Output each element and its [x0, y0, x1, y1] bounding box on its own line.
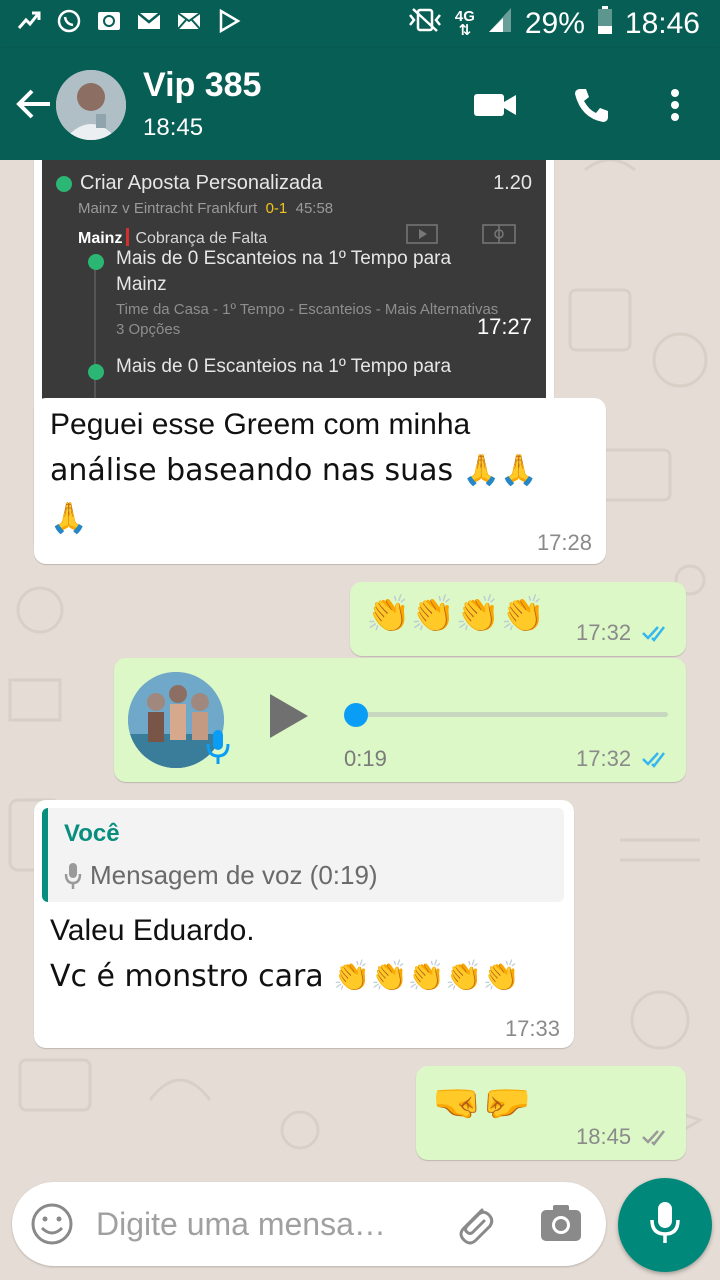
check-icon	[88, 254, 104, 270]
bet-selection: Mais de 0 Escanteios na 1º Tempo para	[116, 248, 452, 269]
mic-icon	[64, 862, 82, 895]
message-composer[interactable]: Digite uma mensa…	[12, 1182, 606, 1266]
message-time: 17:27	[476, 314, 532, 339]
battery-icon	[597, 6, 613, 42]
emoji-icon[interactable]	[30, 1202, 74, 1251]
more-options-icon[interactable]	[652, 82, 698, 128]
chat-header: Vip 385 18:45	[0, 48, 720, 160]
missed-call-icon	[16, 8, 42, 34]
bet-odds: 1.20	[493, 172, 532, 194]
play-store-icon	[216, 8, 242, 34]
bet-selection-2: Mais de 0 Escanteios na 1º Tempo para	[116, 356, 452, 377]
message-text-line: Valeu Eduardo.	[50, 914, 255, 947]
message-time: 17:28	[536, 530, 592, 555]
vibrate-icon	[407, 7, 443, 41]
record-voice-button[interactable]	[618, 1178, 712, 1272]
message-text-line: Vc é monstro cara 👏👏👏👏👏	[50, 959, 520, 994]
read-ticks-icon	[642, 750, 672, 773]
back-arrow-icon[interactable]	[14, 86, 54, 122]
battery-percent: 29%	[524, 7, 585, 40]
attach-icon[interactable]	[452, 1200, 496, 1253]
signal-icon	[487, 6, 513, 42]
message-time: 17:32	[576, 620, 632, 645]
gmail-icon	[136, 8, 162, 34]
mail-icon	[176, 8, 202, 34]
mic-icon	[204, 728, 232, 773]
message-input[interactable]: Digite uma mensa…	[96, 1206, 426, 1243]
clock: 18:46	[624, 7, 700, 40]
message-time: 17:32	[576, 746, 632, 771]
incoming-reply-message[interactable]: Você Mensagem de voz (0:19) Valeu Eduard…	[34, 800, 574, 1048]
check-icon	[88, 364, 104, 380]
bet-options: 3 Opções	[116, 321, 181, 338]
quote-author: Você	[64, 820, 120, 847]
voice-duration: 0:19	[344, 746, 387, 771]
audio-seek-handle[interactable]	[344, 703, 368, 727]
bet-event-line: Mainz Cobrança de Falta	[78, 228, 268, 247]
status-bar: 4G ⇅ 29% 18:46	[0, 0, 720, 48]
camera-icon[interactable]	[540, 1204, 582, 1247]
message-text: 👏👏👏👏	[366, 594, 546, 635]
bet-selection-cont: Mainz	[116, 274, 167, 295]
mic-icon	[648, 1200, 682, 1251]
chat-area[interactable]: Criar Aposta Personalizada 1.20 Mainz v …	[0, 160, 720, 1180]
whatsapp-icon	[56, 8, 82, 34]
audio-progress-track[interactable]	[354, 712, 668, 717]
read-ticks-icon	[642, 624, 672, 647]
network-type: 4G ⇅	[454, 8, 475, 39]
contact-avatar[interactable]	[56, 70, 126, 140]
last-seen: 18:45	[143, 114, 204, 141]
bet-title: Criar Aposta Personalizada	[80, 172, 323, 194]
outgoing-message[interactable]: 🤜🤛 18:45	[416, 1066, 686, 1160]
message-time: 18:45	[576, 1124, 632, 1149]
quoted-message[interactable]: Você Mensagem de voz (0:19)	[42, 808, 564, 902]
voice-message[interactable]: 0:19 17:32	[114, 658, 686, 782]
message-text-line: Peguei esse Greem com minha	[50, 408, 471, 441]
voice-call-icon[interactable]	[568, 82, 614, 128]
delivered-ticks-icon	[642, 1128, 672, 1151]
contact-name[interactable]: Vip 385	[143, 66, 261, 105]
message-text-line: análise baseando nas suas 🙏🙏	[50, 453, 538, 488]
bet-match-line: Mainz v Eintracht Frankfurt 0-1 45:58	[78, 200, 334, 217]
bet-market: Time da Casa - 1º Tempo - Escanteios - M…	[116, 301, 499, 318]
video-call-icon[interactable]	[472, 82, 518, 128]
message-time: 17:33	[504, 1016, 560, 1041]
quote-text: Mensagem de voz (0:19)	[90, 860, 378, 890]
message-text: 🤜🤛	[432, 1080, 532, 1126]
check-icon	[56, 176, 72, 192]
outgoing-message[interactable]: 👏👏👏👏 17:32	[350, 582, 686, 656]
play-icon[interactable]	[266, 692, 310, 745]
email-at-icon	[96, 8, 122, 34]
incoming-message[interactable]: Peguei esse Greem com minha análise base…	[34, 398, 606, 564]
pitch-icon	[482, 224, 516, 249]
message-text-line: 🙏	[50, 501, 88, 536]
